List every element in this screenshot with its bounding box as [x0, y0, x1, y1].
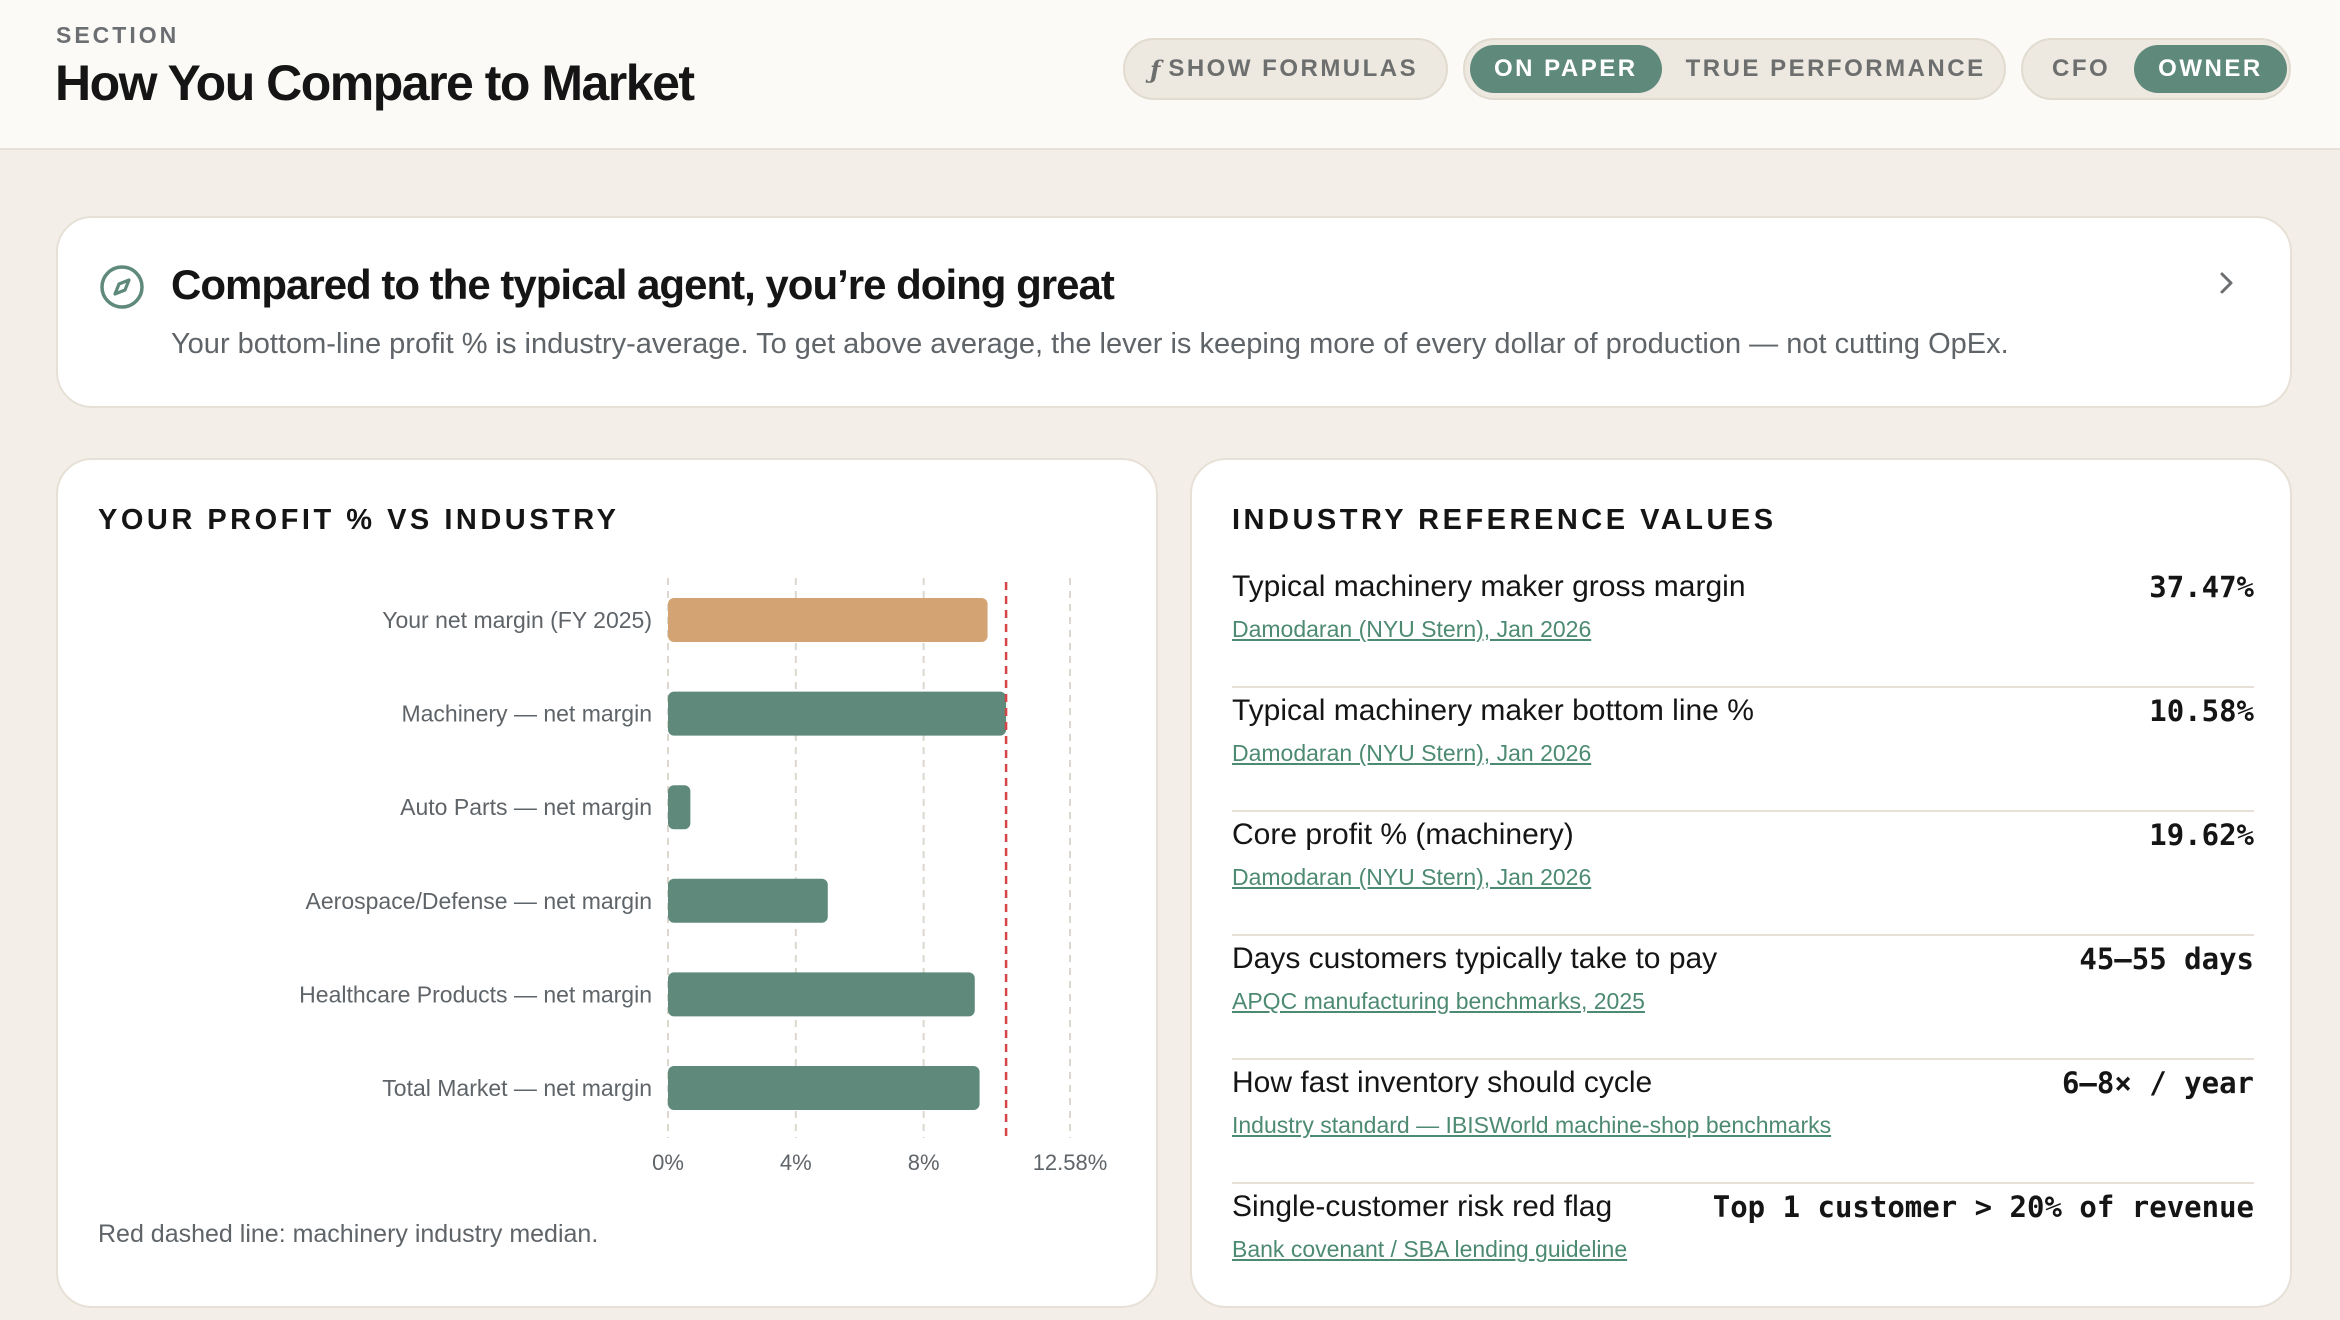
reference-row: Core profit % (machinery) Damodaran (NYU… — [1232, 812, 2254, 936]
bar — [668, 1066, 980, 1110]
profit-vs-industry-chart: 0% 4% 8% 12.58% Your net margin (FY 2025) Mac… — [299, 578, 1108, 1175]
chevron-right-icon[interactable] — [2216, 266, 2240, 300]
summary-text: Your bottom-line profit % is industry-av… — [171, 328, 2009, 360]
reference-value: 10.58% — [2149, 694, 2254, 728]
x-tick-label: 4% — [780, 1150, 812, 1175]
category-label: Machinery — net margin — [401, 701, 652, 727]
industry-reference-card: INDUSTRY REFERENCE VALUES Typical machin… — [1190, 458, 2292, 1308]
section-eyebrow: SECTION — [56, 22, 180, 48]
reference-value: Top 1 customer > 20% of revenue — [1712, 1190, 2254, 1224]
role-option-cfo[interactable]: CFO — [2028, 45, 2134, 93]
function-icon: ƒ — [1150, 54, 1161, 84]
reference-value: 45–55 days — [2079, 942, 2254, 976]
reference-value: 19.62% — [2149, 818, 2254, 852]
reference-source-link[interactable]: Industry standard — IBISWorld machine-sh… — [1232, 1112, 1831, 1139]
compass-icon — [100, 265, 144, 309]
reference-source-link[interactable]: Damodaran (NYU Stern), Jan 2026 — [1232, 864, 1591, 891]
role-toggle[interactable]: CFO OWNER — [2021, 38, 2291, 100]
bar — [668, 598, 988, 642]
reference-source-link[interactable]: Bank covenant / SBA lending guideline — [1232, 1236, 1627, 1263]
reference-label: Core profit % (machinery) — [1232, 818, 1574, 851]
show-formulas-label: SHOW FORMULAS — [1168, 55, 1419, 82]
bar — [668, 878, 828, 923]
reference-label: Typical machinery maker bottom line % — [1232, 694, 1754, 727]
view-option-on-paper[interactable]: ON PAPER — [1470, 45, 1662, 93]
show-formulas-toggle[interactable]: ƒ SHOW FORMULAS — [1123, 38, 1448, 100]
bar — [668, 785, 691, 830]
view-mode-toggle[interactable]: ON PAPER TRUE PERFORMANCE — [1463, 38, 2006, 100]
reference-label: How fast inventory should cycle — [1232, 1066, 1653, 1099]
reference-source-link[interactable]: Damodaran (NYU Stern), Jan 2026 — [1232, 740, 1591, 767]
reference-row: Days customers typically take to pay APQ… — [1232, 936, 2254, 1060]
page-header: SECTION How You Compare to Market ƒ SHOW… — [0, 0, 2340, 150]
x-tick-label: 12.58% — [1033, 1150, 1108, 1175]
reference-value: 37.47% — [2149, 570, 2254, 604]
bar — [668, 972, 975, 1017]
category-label: Aerospace/Defense — net margin — [306, 888, 652, 914]
x-tick-label: 0% — [652, 1150, 684, 1175]
profit-vs-industry-card: YOUR PROFIT % VS INDUSTRY 0% 4% 8% 12.58% Yo… — [56, 458, 1158, 1308]
bar — [668, 691, 1007, 736]
view-option-true-performance[interactable]: TRUE PERFORMANCE — [1662, 45, 2010, 93]
category-label: Healthcare Products — net margin — [299, 981, 652, 1007]
show-formulas-button[interactable]: ƒ SHOW FORMULAS — [1130, 45, 1438, 93]
reference-row: Typical machinery maker bottom line % Da… — [1232, 688, 2254, 812]
chart-note: Red dashed line: machinery industry medi… — [98, 1220, 599, 1248]
reference-value: 6–8× / year — [2061, 1066, 2254, 1100]
reference-row: Typical machinery maker gross margin Dam… — [1232, 564, 2254, 688]
category-label: Total Market — net margin — [382, 1075, 652, 1101]
x-tick-label: 8% — [908, 1150, 940, 1175]
summary-card[interactable]: Compared to the typical agent, you’re do… — [56, 216, 2292, 408]
reference-row: Single-customer risk red flag Bank coven… — [1232, 1184, 2254, 1308]
category-label: Auto Parts — net margin — [400, 794, 652, 820]
reference-label: Typical machinery maker gross margin — [1232, 570, 1746, 603]
reference-label: Days customers typically take to pay — [1232, 942, 1718, 975]
reference-row: How fast inventory should cycle Industry… — [1232, 1060, 2254, 1184]
reference-source-link[interactable]: APQC manufacturing benchmarks, 2025 — [1232, 988, 1645, 1015]
reference-label: Single-customer risk red flag — [1232, 1190, 1613, 1223]
role-option-owner[interactable]: OWNER — [2134, 45, 2287, 93]
reference-source-link[interactable]: Damodaran (NYU Stern), Jan 2026 — [1232, 616, 1591, 643]
category-label: Your net margin (FY 2025) — [382, 607, 652, 633]
reference-list: Typical machinery maker gross margin Dam… — [1232, 564, 2254, 1308]
reference-heading: INDUSTRY REFERENCE VALUES — [1232, 504, 1777, 536]
summary-title: Compared to the typical agent, you’re do… — [171, 261, 1115, 308]
page-title: How You Compare to Market — [55, 55, 695, 111]
